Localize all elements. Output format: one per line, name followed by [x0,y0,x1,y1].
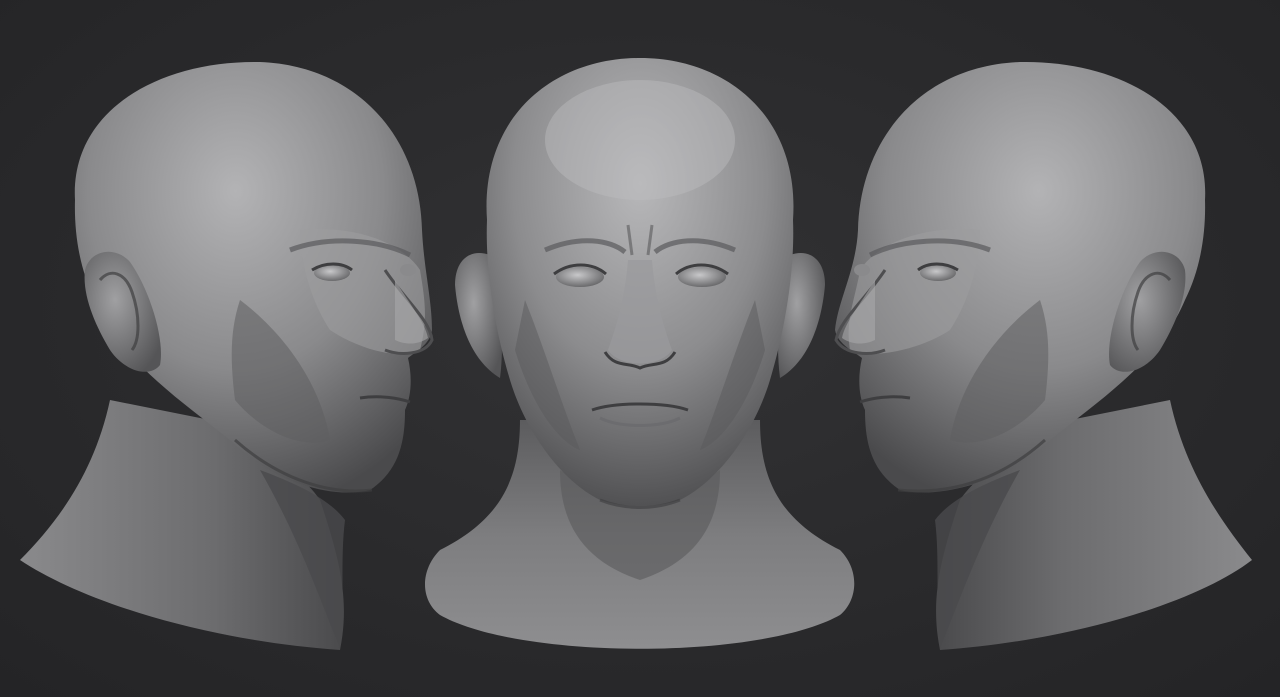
head-three-quarter-left [20,61,434,650]
head-front [425,58,855,649]
render-viewport [0,0,1280,697]
sculpt-render [20,58,1252,650]
head-three-quarter-right [834,61,1252,650]
